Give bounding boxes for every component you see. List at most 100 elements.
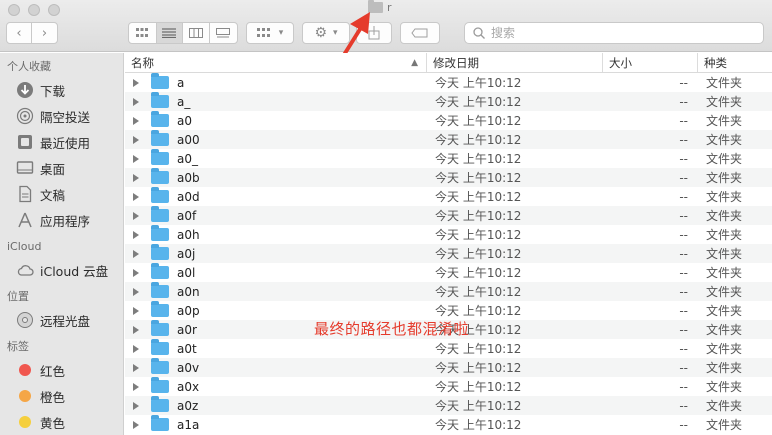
- sidebar-item-label: 橙色: [40, 389, 66, 405]
- disclosure-triangle-icon[interactable]: [133, 135, 139, 144]
- disclosure-triangle-icon[interactable]: [133, 325, 139, 334]
- disclosure-triangle-icon[interactable]: [133, 192, 139, 201]
- sidebar-item-downloads[interactable]: 下载: [0, 77, 123, 103]
- modified-date: 今天 上午10:12: [435, 304, 522, 318]
- close-window-button[interactable]: [8, 4, 20, 16]
- icon-view-button[interactable]: [129, 23, 157, 43]
- disclosure-triangle-icon[interactable]: [133, 420, 139, 429]
- table-row[interactable]: a0f 今天 上午10:12 -- 文件夹: [125, 206, 772, 225]
- folder-icon: [151, 320, 169, 336]
- column-header-size[interactable]: 大小: [603, 53, 698, 72]
- table-row[interactable]: a0x 今天 上午10:12 -- 文件夹: [125, 377, 772, 396]
- column-header-kind[interactable]: 种类: [698, 53, 772, 72]
- disclosure-triangle-icon[interactable]: [133, 97, 139, 106]
- table-row[interactable]: a0z 今天 上午10:12 -- 文件夹: [125, 396, 772, 415]
- file-size: --: [679, 417, 688, 432]
- disclosure-triangle-icon[interactable]: [133, 363, 139, 372]
- modified-date: 今天 上午10:12: [435, 76, 522, 90]
- disclosure-triangle-icon[interactable]: [133, 249, 139, 258]
- sidebar-item-airdrop[interactable]: 隔空投送: [0, 103, 123, 129]
- table-row[interactable]: a00 今天 上午10:12 -- 文件夹: [125, 130, 772, 149]
- file-name-cell: a0v: [125, 358, 427, 375]
- search-input[interactable]: [491, 26, 731, 40]
- sidebar-item-recents[interactable]: 最近使用: [0, 129, 123, 155]
- file-kind: 文件夹: [706, 304, 743, 318]
- file-size: --: [679, 322, 688, 337]
- table-row[interactable]: a0 今天 上午10:12 -- 文件夹: [125, 111, 772, 130]
- disclosure-triangle-icon[interactable]: [133, 116, 139, 125]
- column-header-name[interactable]: 名称 ▲: [125, 53, 427, 72]
- disclosure-triangle-icon[interactable]: [133, 401, 139, 410]
- recents-icon: [16, 133, 34, 151]
- file-size: --: [679, 113, 688, 128]
- minimize-window-button[interactable]: [28, 4, 40, 16]
- modified-date: 今天 上午10:12: [435, 133, 522, 147]
- file-name-cell: a0x: [125, 377, 427, 394]
- file-name: a0j: [177, 246, 196, 261]
- back-button[interactable]: ‹: [7, 23, 33, 43]
- table-row[interactable]: a0n 今天 上午10:12 -- 文件夹: [125, 282, 772, 301]
- disclosure-triangle-icon[interactable]: [133, 287, 139, 296]
- folder-icon: [151, 225, 169, 241]
- table-row[interactable]: a0v 今天 上午10:12 -- 文件夹: [125, 358, 772, 377]
- table-row[interactable]: a0_ 今天 上午10:12 -- 文件夹: [125, 149, 772, 168]
- table-row[interactable]: a1a 今天 上午10:12 -- 文件夹: [125, 415, 772, 434]
- file-size: --: [679, 227, 688, 242]
- table-row[interactable]: a_ 今天 上午10:12 -- 文件夹: [125, 92, 772, 111]
- folder-icon: [151, 92, 169, 108]
- table-row[interactable]: a0d 今天 上午10:12 -- 文件夹: [125, 187, 772, 206]
- table-row[interactable]: a0t 今天 上午10:12 -- 文件夹: [125, 339, 772, 358]
- file-name-cell: a1a: [125, 415, 427, 432]
- column-view-button[interactable]: [183, 23, 210, 43]
- sidebar-item-applications[interactable]: 应用程序: [0, 207, 123, 233]
- group-button[interactable]: ▾: [246, 22, 294, 44]
- disclosure-triangle-icon[interactable]: [133, 78, 139, 87]
- list-view-button[interactable]: [156, 23, 184, 43]
- window-title-text: r: [387, 1, 392, 14]
- column-header-size-label: 大小: [609, 55, 632, 70]
- sidebar-item-desktop[interactable]: 桌面: [0, 155, 123, 181]
- sidebar-item-remote-disc[interactable]: 远程光盘: [0, 307, 123, 333]
- disclosure-triangle-icon[interactable]: [133, 382, 139, 391]
- toolbar: r ‹ › ▾ ⚙ ▾ 搜索: [0, 0, 772, 76]
- file-name: a: [177, 75, 185, 90]
- modified-date: 今天 上午10:12: [435, 209, 522, 223]
- modified-date: 今天 上午10:12: [435, 418, 522, 432]
- gallery-view-button[interactable]: [210, 23, 237, 43]
- navigation-buttons: ‹ ›: [6, 22, 58, 44]
- table-row[interactable]: a0b 今天 上午10:12 -- 文件夹: [125, 168, 772, 187]
- tag-icon: [411, 28, 428, 38]
- file-size: --: [679, 341, 688, 356]
- sidebar-item-icloud-drive[interactable]: iCloud 云盘: [0, 257, 123, 283]
- table-row[interactable]: a0l 今天 上午10:12 -- 文件夹: [125, 263, 772, 282]
- column-header-name-label: 名称: [131, 55, 154, 70]
- disclosure-triangle-icon[interactable]: [133, 211, 139, 220]
- folder-icon: [151, 206, 169, 222]
- disclosure-triangle-icon[interactable]: [133, 344, 139, 353]
- table-row[interactable]: a0h 今天 上午10:12 -- 文件夹: [125, 225, 772, 244]
- disclosure-triangle-icon[interactable]: [133, 230, 139, 239]
- tag-button[interactable]: [400, 22, 440, 44]
- file-name-cell: a0l: [125, 263, 427, 280]
- table-row[interactable]: a 今天 上午10:12 -- 文件夹: [125, 73, 772, 92]
- download-icon: [16, 81, 34, 99]
- file-kind: 文件夹: [706, 209, 743, 223]
- table-row[interactable]: a0j 今天 上午10:12 -- 文件夹: [125, 244, 772, 263]
- search-field[interactable]: [464, 22, 764, 44]
- folder-icon: [151, 263, 169, 279]
- disclosure-triangle-icon[interactable]: [133, 154, 139, 163]
- sidebar-item-tag-orange[interactable]: 橙色: [0, 383, 123, 409]
- column-header-date[interactable]: 修改日期: [427, 53, 603, 72]
- file-name: a0: [177, 113, 192, 128]
- disc-icon: [16, 311, 34, 329]
- tag-orange-icon: [19, 390, 31, 402]
- disclosure-triangle-icon[interactable]: [133, 268, 139, 277]
- modified-date: 今天 上午10:12: [435, 114, 522, 128]
- sidebar-item-documents[interactable]: 文稿: [0, 181, 123, 207]
- zoom-window-button[interactable]: [48, 4, 60, 16]
- forward-button[interactable]: ›: [32, 23, 57, 43]
- disclosure-triangle-icon[interactable]: [133, 173, 139, 182]
- sidebar-item-tag-red[interactable]: 红色: [0, 357, 123, 383]
- disclosure-triangle-icon[interactable]: [133, 306, 139, 315]
- sidebar-item-tag-yellow[interactable]: 黄色: [0, 409, 123, 435]
